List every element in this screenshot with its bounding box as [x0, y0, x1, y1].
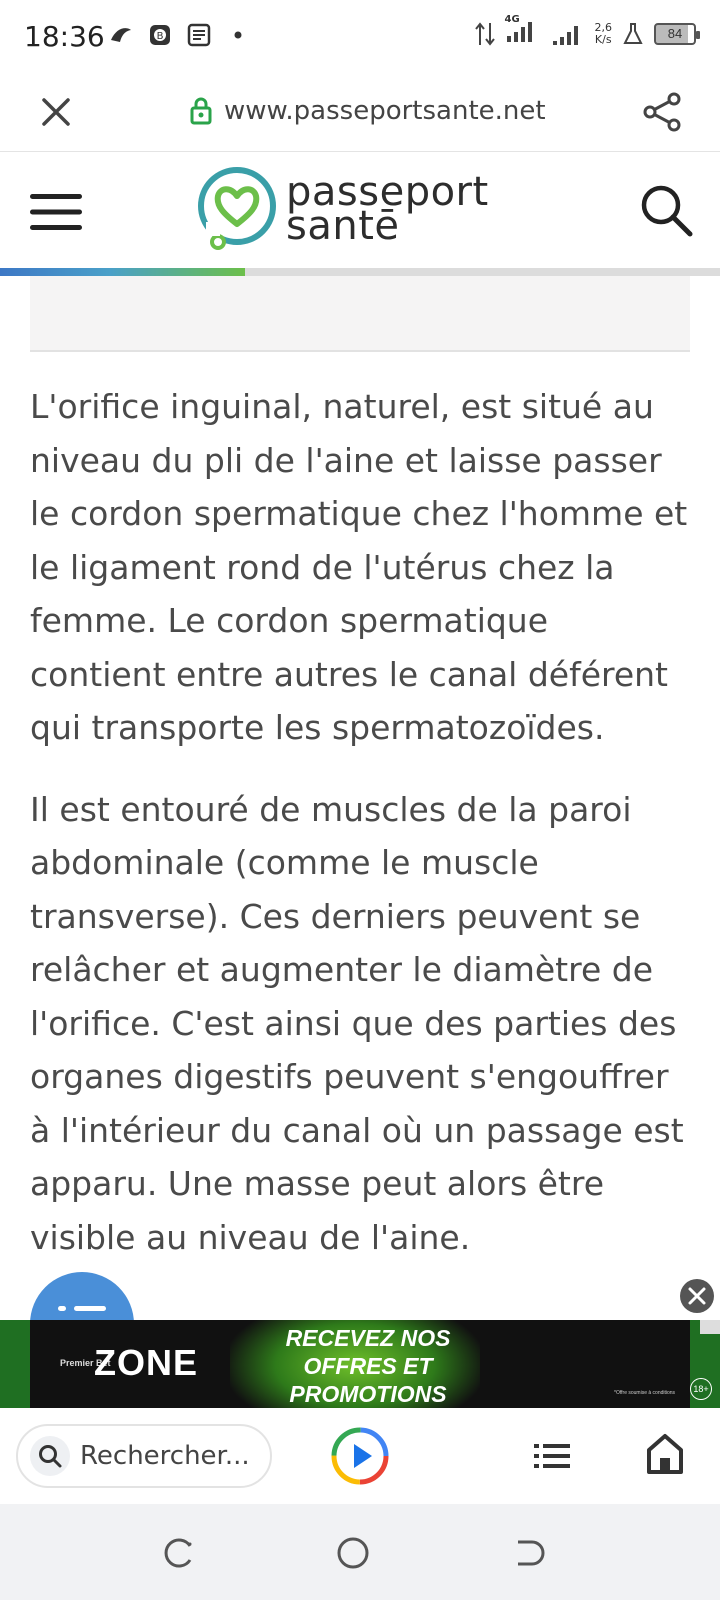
- ad-age-badge: 18+: [690, 1378, 712, 1400]
- lock-icon: [190, 97, 212, 125]
- site-logo[interactable]: passeport santē: [196, 166, 489, 252]
- list-icon[interactable]: [532, 1436, 572, 1476]
- back-icon[interactable]: [512, 1536, 546, 1570]
- battery-level: 84: [667, 26, 683, 41]
- article-paragraph: L'orifice inguinal, naturel, est situé a…: [30, 387, 688, 747]
- search-placeholder: Rechercher...: [80, 1441, 250, 1471]
- url-field[interactable]: www.passeportsante.net: [190, 96, 546, 126]
- close-icon: [688, 1287, 706, 1305]
- home-icon[interactable]: [645, 1432, 685, 1476]
- flask-icon: [623, 22, 643, 44]
- ad-placeholder: [30, 276, 690, 352]
- net-speed-unit: K/s: [594, 32, 612, 46]
- close-icon[interactable]: [36, 92, 76, 132]
- logo-text: passeport santē: [286, 172, 489, 249]
- toc-icon-line: [74, 1306, 106, 1311]
- article-body: L'orifice inguinal, naturel, est situé a…: [30, 380, 690, 1292]
- logo-line2: santē: [286, 203, 400, 249]
- ad-close-button[interactable]: [680, 1279, 714, 1313]
- article-paragraph: Il est entouré de muscles de la paroi ab…: [30, 789, 684, 1257]
- share-icon[interactable]: [640, 90, 684, 134]
- ad-headline: RECEVEZ NOS OFFRES ET PROMOTIONS: [285, 1325, 451, 1407]
- browser-url-bar: www.passeportsante.net: [0, 72, 720, 152]
- hamburger-icon[interactable]: [30, 192, 82, 232]
- bird-icon: [111, 28, 131, 42]
- more-notifications-dot-icon: [234, 31, 242, 39]
- system-nav-bar: [0, 1504, 720, 1600]
- browser-search-box[interactable]: Rechercher...: [16, 1424, 272, 1488]
- news-app-icon: [187, 23, 211, 47]
- ad-fine-print: *Offre soumise à conditions: [614, 1390, 676, 1396]
- reading-progress-fill: [0, 268, 245, 276]
- site-header: passeport santē: [0, 152, 720, 268]
- heart-stethoscope-logo-icon: [198, 167, 276, 250]
- data-transfer-icon: [474, 21, 495, 46]
- toc-icon-dot: [58, 1306, 66, 1311]
- status-right: 4G 2,6 K/s 84: [474, 14, 700, 49]
- ad-brand: ZONE: [94, 1342, 199, 1383]
- status-bar: 18:36 B 4G 2,6 K/s 84: [0, 0, 720, 72]
- net-speed: 2,6 K/s: [594, 20, 613, 46]
- search-icon[interactable]: [638, 182, 694, 238]
- ad-banner[interactable]: Premier Bet ZONE RECEVEZ NOS OFFRES ET P…: [0, 1320, 720, 1408]
- play-icon[interactable]: [330, 1426, 390, 1486]
- signal-4g: 4G: [505, 14, 541, 49]
- url-text: www.passeportsante.net: [224, 96, 546, 126]
- bitcoin-app-icon: B: [150, 25, 170, 45]
- ad-green-edge-left: [0, 1320, 30, 1408]
- notification-icons: B: [108, 22, 250, 48]
- network-type-label: 4G: [504, 14, 520, 25]
- signal-bars-2-icon: [552, 25, 578, 45]
- status-time: 18:36: [24, 20, 105, 53]
- home-circle-icon[interactable]: [336, 1536, 370, 1570]
- net-speed-value: 2,6: [594, 20, 613, 34]
- battery-indicator: 84: [654, 22, 700, 45]
- reading-progress-bar: [0, 268, 720, 276]
- ad-choices-icon[interactable]: [700, 1320, 720, 1334]
- search-icon: [30, 1436, 70, 1476]
- browser-bottom-bar: Rechercher...: [0, 1408, 720, 1504]
- recent-apps-icon[interactable]: [162, 1536, 196, 1570]
- svg-text:B: B: [157, 31, 164, 42]
